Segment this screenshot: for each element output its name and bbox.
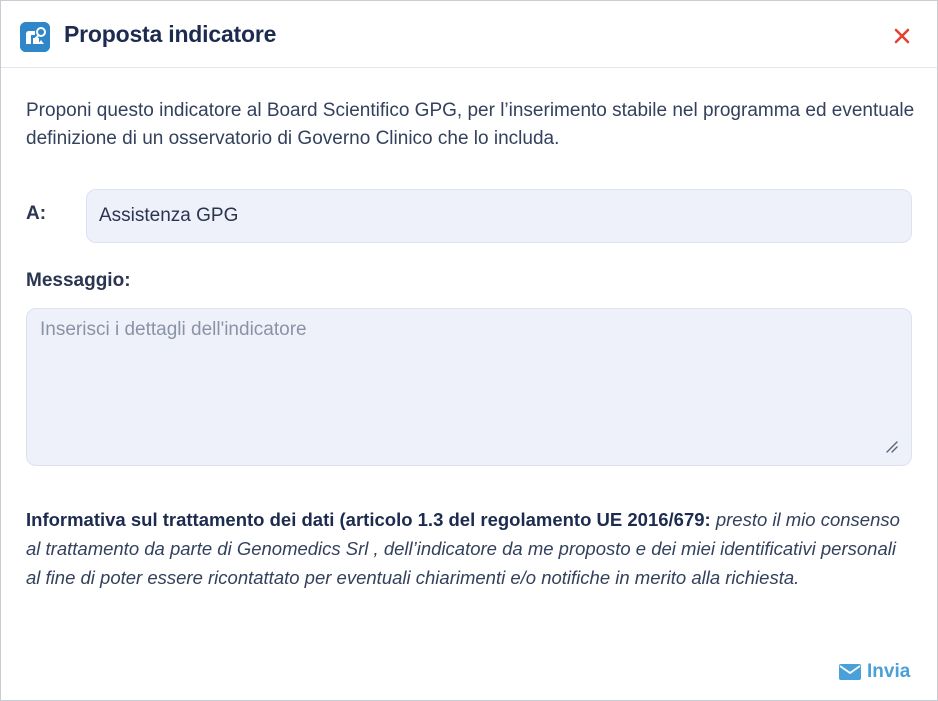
privacy-heading: Informativa sul trattamento dei dati (ar…: [26, 509, 711, 530]
intro-text: Proponi questo indicatore al Board Scien…: [26, 100, 915, 149]
close-icon: [894, 28, 910, 44]
privacy-notice: Informativa sul trattamento dei dati (ar…: [26, 505, 906, 592]
envelope-icon: [839, 664, 861, 680]
recipient-field[interactable]: [86, 189, 912, 243]
message-textarea[interactable]: [26, 308, 912, 466]
send-button-label: Invia: [867, 661, 911, 682]
send-button[interactable]: Invia: [839, 658, 910, 686]
app-logo-icon: [20, 22, 50, 52]
dialog-title: Proposta indicatore: [64, 21, 277, 47]
resize-handle-icon[interactable]: [883, 438, 899, 454]
proposal-dialog: Proposta indicatore Proponi questo indic…: [0, 0, 938, 701]
recipient-label: A:: [26, 203, 47, 224]
close-button[interactable]: [889, 23, 915, 49]
message-label: Messaggio:: [26, 270, 131, 291]
dialog-header: Proposta indicatore: [1, 1, 937, 68]
